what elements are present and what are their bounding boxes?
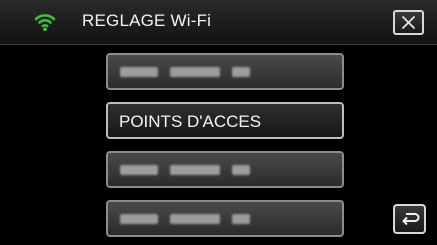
back-button[interactable]: [393, 204, 426, 234]
header-bar: REGLAGE Wi-Fi: [0, 0, 437, 45]
obscured-label: [120, 67, 250, 77]
menu-item-3[interactable]: [106, 151, 344, 188]
obscured-label: [120, 165, 250, 175]
obscured-label: [120, 214, 250, 224]
return-arrow-icon: [402, 213, 420, 226]
menu-item-label: POINTS D'ACCES: [119, 112, 262, 131]
close-button[interactable]: [393, 10, 424, 35]
menu-item-4[interactable]: [106, 200, 344, 237]
close-icon: [402, 16, 415, 29]
menu-item-points-dacces[interactable]: POINTS D'ACCES: [106, 102, 344, 139]
wifi-icon: [34, 14, 56, 31]
menu-item-1[interactable]: [106, 53, 344, 90]
wifi-settings-screen: REGLAGE Wi-Fi POINTS D'ACCES: [0, 0, 437, 245]
page-title: REGLAGE Wi-Fi: [82, 11, 212, 30]
